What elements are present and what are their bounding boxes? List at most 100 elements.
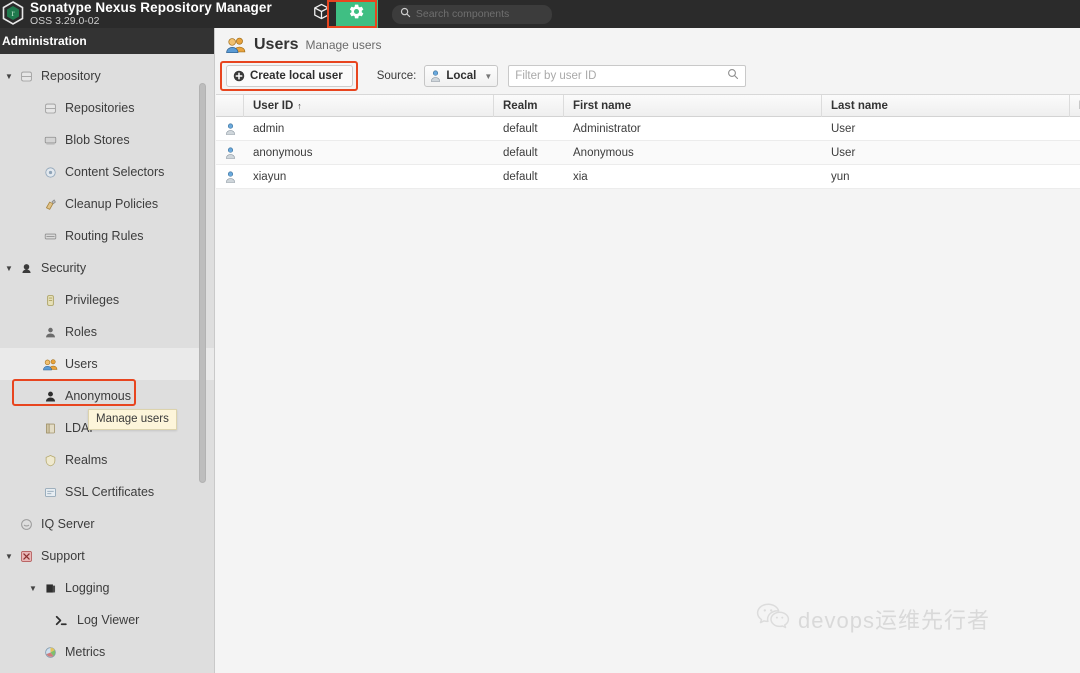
sidebar-header: Administration [0,28,214,54]
chevron-down-icon: ▼ [484,71,493,81]
ssl-certificates-icon [40,486,60,499]
cell-last-name: User [831,146,856,159]
user-icon [216,147,244,159]
sidebar-item-label: Metrics [65,645,106,659]
sidebar-item-label: Repository [41,69,101,83]
sidebar-item-iq-server[interactable]: IQ Server [0,508,214,540]
sidebar-item-anonymous[interactable]: Anonymous [0,380,214,412]
user-icon [216,123,244,135]
create-local-user-label: Create local user [250,70,343,82]
sidebar-item-security[interactable]: ▼ Security [0,252,214,284]
svg-text:r: r [12,8,15,18]
cell-realm: default [503,146,538,159]
sidebar-item-repository[interactable]: ▼ Repository [0,60,214,92]
repository-icon [16,70,36,83]
filter-input[interactable] [515,70,728,82]
roles-icon [40,326,60,339]
app-version: OSS 3.29.0-02 [30,15,100,28]
source-select[interactable]: Local ▼ [424,65,499,87]
sidebar-item-metrics[interactable]: Metrics [0,636,214,668]
create-local-user-button[interactable]: Create local user [226,65,353,87]
sidebar-item-roles[interactable]: Roles [0,316,214,348]
realms-icon [40,454,60,467]
sidebar-item-label: Support [41,549,85,563]
users-icon [40,358,60,371]
app-root: r Sonatype Nexus Repository Manager OSS … [0,0,1080,673]
page-header: Users Manage users [216,28,1080,62]
sidebar-item-repositories[interactable]: Repositories [0,92,214,124]
header-cell-realm[interactable]: Realm [494,94,564,117]
chevron-down-icon[interactable]: ▼ [2,72,16,81]
chevron-down-icon[interactable]: ▼ [26,584,40,593]
table-row[interactable]: anonymous default Anonymous User [216,141,1080,165]
sidebar-item-privileges[interactable]: Privileges [0,284,214,316]
sidebar-item-label: Anonymous [65,389,132,403]
chevron-down-icon[interactable]: ▼ [2,552,16,561]
cell-last-name: User [831,122,856,135]
wechat-icon [756,602,790,635]
sidebar-item-content-selectors[interactable]: Content Selectors [0,156,214,188]
sidebar-item-users[interactable]: Users [0,348,214,380]
sidebar-item-support[interactable]: ▼ Support [0,540,214,572]
sidebar-item-log-viewer[interactable]: Log Viewer [0,604,214,636]
cell-user-id: anonymous [253,146,313,159]
toolbar: Create local user Source: Local ▼ [216,61,1080,91]
sidebar-item-cleanup-policies[interactable]: Cleanup Policies [0,188,214,220]
table-row[interactable]: xiayun default xia yun [216,165,1080,189]
header-cell-first-name[interactable]: First name [564,94,822,117]
source-select-value: Local [446,70,477,82]
sidebar-item-label: SSL Certificates [65,485,155,499]
sidebar-item-realms[interactable]: Realms [0,444,214,476]
sidebar-item-ssl-certificates[interactable]: SSL Certificates [0,476,214,508]
cell-realm: default [503,122,538,135]
table-header-row: User ID ↑ Realm First name Last name Ema… [216,94,1080,117]
global-search[interactable] [391,4,552,24]
cell-user-id: admin [253,122,285,135]
sidebar-item-label: Roles [65,325,97,339]
top-bar: r Sonatype Nexus Repository Manager OSS … [0,0,1080,28]
search-input[interactable] [415,8,544,20]
sidebar-item-label: Realms [65,453,108,467]
main-content: Users Manage users Create local user Sou… [216,28,1080,673]
user-icon [216,171,244,183]
sidebar-item-logging[interactable]: ▼ Logging [0,572,214,604]
sidebar-item-label: IQ Server [41,517,95,531]
watermark-text: devops运维先行者 [798,607,990,633]
header-cell-user-id[interactable]: User ID ↑ [244,94,494,117]
table-row[interactable]: admin default Administrator User [216,117,1080,141]
metrics-icon [40,646,60,659]
cell-realm: default [503,170,538,183]
sidebar-item-label: Logging [65,581,110,595]
cell-first-name: xia [573,170,588,183]
repositories-icon [40,102,60,115]
sidebar-scrollbar-thumb[interactable] [199,83,206,483]
sidebar-item-label: Cleanup Policies [65,197,159,211]
sidebar-item-label: Log Viewer [77,613,140,627]
brand-block: Sonatype Nexus Repository Manager OSS 3.… [30,0,272,28]
anonymous-icon [40,390,60,403]
header-label-user-id: User ID [253,99,294,112]
header-cell-email[interactable]: Email [1070,95,1080,117]
header-cell-icon [216,94,244,117]
users-icon [226,36,246,54]
sidebar-item-label: Users [65,357,98,371]
sidebar-nav: ▼ Repository Repositories Blob Stores Conten… [0,54,214,668]
content-selectors-icon [40,166,60,179]
routing-rules-icon [40,230,60,243]
browse-button[interactable] [308,0,336,28]
filter-by-user-id[interactable] [508,65,747,87]
iq-server-icon [16,518,36,531]
sidebar-item-label: Blob Stores [65,133,130,147]
header-cell-last-name[interactable]: Last name [822,94,1070,117]
cleanup-policies-icon [40,198,60,211]
sidebar-item-routing-rules[interactable]: Routing Rules [0,220,214,252]
sidebar-item-blob-stores[interactable]: Blob Stores [0,124,214,156]
sidebar-item-label: Repositories [65,101,135,115]
sidebar-scrollbar-track[interactable] [199,54,210,673]
search-icon [400,5,411,23]
user-icon [430,70,441,82]
chevron-down-icon[interactable]: ▼ [2,264,16,273]
security-icon [16,262,36,275]
cell-user-id: xiayun [253,170,287,183]
admin-settings-button[interactable] [335,0,378,28]
